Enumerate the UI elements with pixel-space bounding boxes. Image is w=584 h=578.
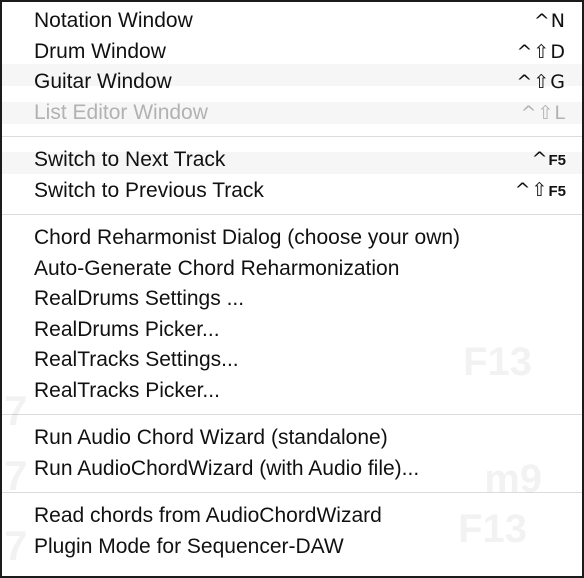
shortcut-hint: ^N: [534, 6, 566, 37]
menu-item-drum-window[interactable]: Drum Window ^⇧D: [2, 37, 582, 68]
menu-item-label: RealDrums Settings ...: [34, 287, 245, 310]
menu-separator: [2, 214, 582, 215]
menu-item-run-audio-chord-wizard[interactable]: Run Audio Chord Wizard (standalone): [2, 423, 582, 454]
menu-item-label: Switch to Previous Track: [34, 178, 264, 202]
menu-item-realtracks-picker[interactable]: RealTracks Picker...: [2, 376, 582, 407]
menu-item-switch-previous-track[interactable]: Switch to Previous Track ^⇧F5: [2, 176, 582, 207]
shortcut-key: D: [550, 40, 566, 63]
shortcut-hint: ^F5: [532, 144, 566, 177]
shortcut-modifier: ^⇧: [516, 40, 551, 63]
menu-item-read-chords-from-wizard[interactable]: Read chords from AudioChordWizard: [2, 501, 582, 532]
menu-item-label: Auto-Generate Chord Reharmonization: [34, 256, 400, 280]
context-menu: F13 m9 F13 7 7 7 Notation Window ^N Drum…: [0, 0, 584, 578]
menu-item-guitar-window[interactable]: Guitar Window ^⇧G: [2, 67, 582, 98]
menu-item-switch-next-track[interactable]: Switch to Next Track ^F5: [2, 145, 582, 176]
shortcut-hint: ^⇧D: [517, 37, 566, 68]
menu-item-label: Guitar Window: [34, 70, 172, 93]
menu-item-run-audio-chord-wizard-with-file[interactable]: Run AudioChordWizard (with Audio file)..…: [2, 454, 582, 485]
menu-item-label: RealTracks Picker...: [34, 378, 220, 402]
menu-item-label: Chord Reharmonist Dialog (choose your ow…: [34, 226, 461, 249]
menu-separator: [2, 136, 582, 137]
menu-item-label: RealDrums Picker...: [34, 317, 220, 341]
menu-item-realdrums-picker[interactable]: RealDrums Picker...: [2, 315, 582, 346]
menu-item-realdrums-settings[interactable]: RealDrums Settings ...: [2, 284, 582, 315]
shortcut-modifier: ^⇧: [516, 71, 551, 93]
menu-item-label: Switch to Next Track: [34, 148, 226, 171]
menu-item-chord-reharmonist-dialog[interactable]: Chord Reharmonist Dialog (choose your ow…: [2, 223, 582, 254]
menu-section-plugin: Read chords from AudioChordWizard Plugin…: [2, 501, 582, 562]
menu-item-label: RealTracks Settings...: [34, 348, 239, 371]
shortcut-key: F5: [548, 182, 566, 200]
menu-item-label: Notation Window: [34, 9, 193, 32]
menu-section-tracks: Switch to Next Track ^F5 Switch to Previ…: [2, 145, 582, 206]
menu-item-label: List Editor Window: [34, 100, 208, 124]
menu-separator: [2, 492, 582, 493]
menu-item-label: Run Audio Chord Wizard (standalone): [34, 426, 388, 449]
menu-item-realtracks-settings[interactable]: RealTracks Settings...: [2, 345, 582, 376]
shortcut-key: F5: [548, 152, 566, 169]
menu-separator: [2, 414, 582, 415]
shortcut-key: G: [550, 71, 566, 93]
shortcut-modifier: ^⇧: [520, 101, 555, 124]
shortcut-hint: ^⇧L: [521, 98, 566, 129]
menu-item-auto-generate-reharmonization[interactable]: Auto-Generate Chord Reharmonization: [2, 254, 582, 285]
shortcut-modifier: ^⇧: [514, 178, 549, 201]
shortcut-hint: ^⇧F5: [515, 175, 566, 208]
shortcut-key: L: [554, 101, 566, 124]
menu-item-plugin-mode[interactable]: Plugin Mode for Sequencer-DAW: [2, 532, 582, 563]
menu-item-list-editor-window: List Editor Window ^⇧L: [2, 98, 582, 129]
menu-section-windows: Notation Window ^N Drum Window ^⇧D Guita…: [2, 2, 582, 128]
menu-item-label: Plugin Mode for Sequencer-DAW: [34, 534, 344, 558]
menu-item-label: Drum Window: [34, 39, 166, 63]
shortcut-modifier: ^: [533, 10, 551, 32]
menu-item-notation-window[interactable]: Notation Window ^N: [2, 6, 582, 37]
menu-item-label: Run AudioChordWizard (with Audio file)..…: [34, 456, 420, 480]
shortcut-key: N: [550, 10, 566, 32]
shortcut-hint: ^⇧G: [516, 67, 566, 98]
menu-section-realtracks: Chord Reharmonist Dialog (choose your ow…: [2, 223, 582, 406]
menu-item-label: Read chords from AudioChordWizard: [34, 504, 382, 527]
shortcut-modifier: ^: [531, 148, 549, 170]
menu-section-audio-chord-wizard: Run Audio Chord Wizard (standalone) Run …: [2, 423, 582, 484]
